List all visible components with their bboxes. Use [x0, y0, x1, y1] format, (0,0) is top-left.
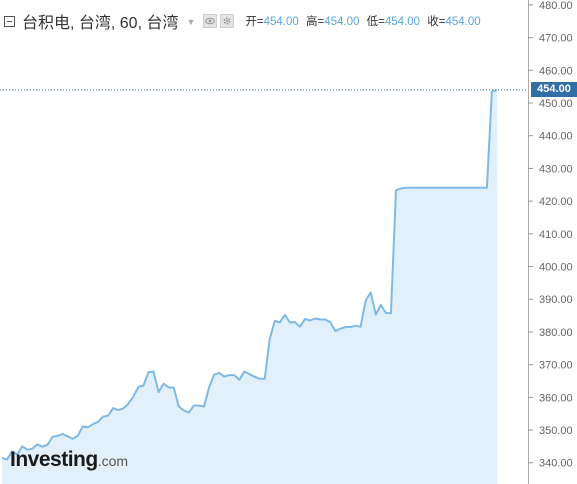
ohlc-values: 开=454.00 高=454.00 低=454.00 收=454.00 [241, 13, 480, 29]
close-value: 454.00 [445, 16, 481, 28]
y-tick-label: 350.00 [539, 425, 573, 437]
area-fill [2, 89, 497, 484]
close-label: 收= [427, 16, 446, 28]
gear-icon[interactable] [220, 14, 235, 28]
y-tick-label: 450.00 [539, 98, 573, 110]
low-value: 454.00 [384, 16, 421, 28]
y-tick-label: 420.00 [539, 196, 573, 208]
high-label: 高= [306, 16, 325, 28]
last-price-tag: 454.00 [531, 82, 577, 98]
chevron-down-icon[interactable]: ▼ [186, 17, 195, 27]
symbol-title[interactable]: 台积电, 台湾, 60, 台湾 [22, 9, 178, 33]
investing-logo: Investing .com [10, 448, 128, 472]
y-tick-label: 400.00 [539, 262, 573, 274]
y-tick-label: 390.00 [539, 294, 573, 306]
eye-icon[interactable] [203, 14, 218, 28]
price-axis: 340.00 350.00 360.00 370.00 380.00 390.00 400.… [528, 0, 573, 470]
y-tick-label: 440.00 [539, 131, 573, 143]
open-value: 454.00 [263, 16, 299, 28]
y-tick-label: 370.00 [539, 360, 573, 372]
y-tick-label: 480.00 [539, 0, 573, 12]
y-tick-label: 410.00 [539, 229, 573, 241]
y-tick-label: 460.00 [539, 65, 573, 77]
collapse-icon[interactable] [4, 15, 15, 27]
low-label: 低= [366, 16, 385, 28]
open-label: 开= [245, 16, 264, 28]
logo-wordmark: Investing [10, 448, 98, 471]
chart-legend: 台积电, 台湾, 60, 台湾 ▼ 开=454.00 高=454.00 低=45… [4, 10, 481, 32]
price-chart[interactable]: 340.00 350.00 360.00 370.00 380.00 390.00 400.… [0, 0, 577, 484]
y-tick-label: 360.00 [539, 392, 573, 404]
y-tick-label: 380.00 [539, 327, 573, 339]
high-value: 454.00 [324, 16, 360, 28]
y-tick-label: 340.00 [539, 458, 573, 470]
y-tick-label: 430.00 [539, 163, 573, 175]
logo-suffix: .com [97, 453, 129, 469]
y-tick-label: 470.00 [539, 33, 573, 45]
